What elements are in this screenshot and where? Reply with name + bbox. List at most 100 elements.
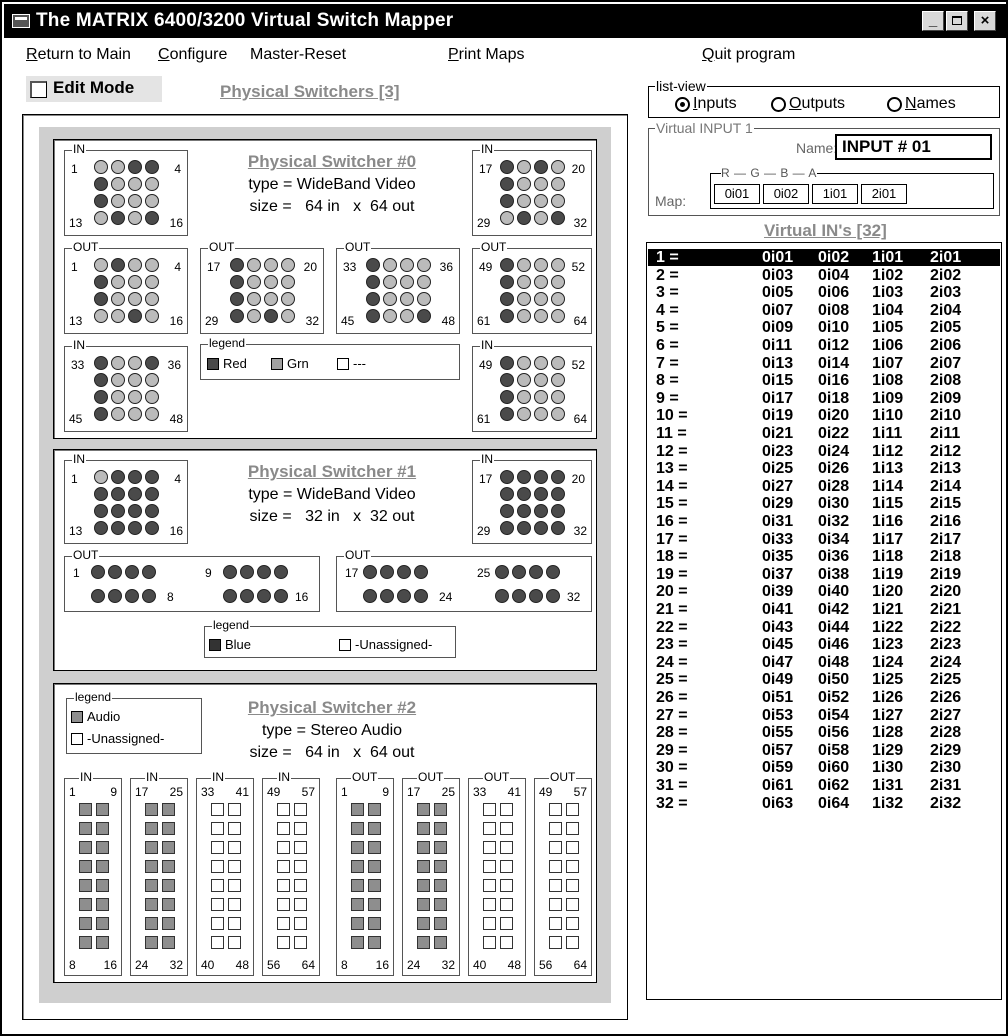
port-dot[interactable] bbox=[111, 160, 125, 174]
port-dot[interactable] bbox=[264, 309, 278, 323]
port-dot[interactable] bbox=[145, 470, 159, 484]
virtual-in-row[interactable]: 15 = 0i29 0i30 1i15 2i15 bbox=[648, 495, 1000, 512]
port-dot[interactable] bbox=[534, 356, 548, 370]
port-square[interactable] bbox=[483, 917, 496, 930]
port-dot[interactable] bbox=[517, 194, 531, 208]
edit-mode-checkbox[interactable] bbox=[30, 81, 47, 98]
port-dot[interactable] bbox=[417, 275, 431, 289]
port-dot[interactable] bbox=[128, 275, 142, 289]
maximize-button[interactable] bbox=[946, 11, 968, 31]
port-square[interactable] bbox=[145, 841, 158, 854]
virtual-in-row[interactable]: 22 = 0i43 0i44 1i22 2i22 bbox=[648, 619, 1000, 636]
port-dot[interactable] bbox=[534, 211, 548, 225]
port-dot[interactable] bbox=[128, 407, 142, 421]
port-dot[interactable] bbox=[145, 487, 159, 501]
port-dot[interactable] bbox=[551, 292, 565, 306]
port-square[interactable] bbox=[294, 879, 307, 892]
virtual-in-row[interactable]: 2 = 0i03 0i04 1i02 2i02 bbox=[648, 267, 1000, 284]
port-dot[interactable] bbox=[500, 390, 514, 404]
radio-outputs[interactable] bbox=[771, 97, 786, 112]
port-dot[interactable] bbox=[111, 258, 125, 272]
virtual-in-row[interactable]: 26 = 0i51 0i52 1i26 2i26 bbox=[648, 689, 1000, 706]
port-dot[interactable] bbox=[534, 470, 548, 484]
port-square[interactable] bbox=[294, 936, 307, 949]
port-dot[interactable] bbox=[230, 258, 244, 272]
port-square[interactable] bbox=[294, 841, 307, 854]
port-dot[interactable] bbox=[94, 258, 108, 272]
port-dot[interactable] bbox=[111, 292, 125, 306]
menu-return-to-main[interactable]: Return to Main bbox=[26, 46, 131, 64]
port-dot[interactable] bbox=[108, 565, 122, 579]
port-dot[interactable] bbox=[517, 407, 531, 421]
port-square[interactable] bbox=[368, 841, 381, 854]
port-dot[interactable] bbox=[414, 565, 428, 579]
port-square[interactable] bbox=[211, 898, 224, 911]
port-dot[interactable] bbox=[414, 589, 428, 603]
port-square[interactable] bbox=[549, 822, 562, 835]
port-dot[interactable] bbox=[111, 194, 125, 208]
port-dot[interactable] bbox=[517, 258, 531, 272]
port-dot[interactable] bbox=[546, 565, 560, 579]
port-dot[interactable] bbox=[551, 211, 565, 225]
port-square[interactable] bbox=[277, 822, 290, 835]
port-dot[interactable] bbox=[400, 292, 414, 306]
port-square[interactable] bbox=[96, 879, 109, 892]
port-dot[interactable] bbox=[380, 589, 394, 603]
port-dot[interactable] bbox=[495, 589, 509, 603]
port-square[interactable] bbox=[549, 917, 562, 930]
port-dot[interactable] bbox=[534, 194, 548, 208]
port-dot[interactable] bbox=[257, 565, 271, 579]
port-dot[interactable] bbox=[128, 258, 142, 272]
port-square[interactable] bbox=[483, 841, 496, 854]
port-dot[interactable] bbox=[517, 390, 531, 404]
port-dot[interactable] bbox=[363, 589, 377, 603]
port-dot[interactable] bbox=[128, 373, 142, 387]
radio-inputs[interactable] bbox=[675, 97, 690, 112]
virtual-in-row[interactable]: 28 = 0i55 0i56 1i28 2i28 bbox=[648, 724, 1000, 741]
port-dot[interactable] bbox=[145, 177, 159, 191]
virtual-in-row[interactable]: 31 = 0i61 0i62 1i31 2i31 bbox=[648, 777, 1000, 794]
port-square[interactable] bbox=[549, 898, 562, 911]
menu-quit-program[interactable]: Quit program bbox=[702, 46, 795, 64]
port-dot[interactable] bbox=[94, 194, 108, 208]
port-square[interactable] bbox=[211, 936, 224, 949]
port-dot[interactable] bbox=[534, 521, 548, 535]
virtual-in-row[interactable]: 12 = 0i23 0i24 1i12 2i12 bbox=[648, 443, 1000, 460]
port-square[interactable] bbox=[434, 917, 447, 930]
port-dot[interactable] bbox=[517, 373, 531, 387]
port-dot[interactable] bbox=[125, 589, 139, 603]
port-dot[interactable] bbox=[366, 309, 380, 323]
port-square[interactable] bbox=[417, 879, 430, 892]
physical-switcher-2[interactable]: Physical Switcher #2 type = Stereo Audio… bbox=[53, 683, 597, 983]
port-dot[interactable] bbox=[534, 504, 548, 518]
minimize-button[interactable]: _ bbox=[922, 11, 944, 31]
port-dot[interactable] bbox=[240, 565, 254, 579]
port-dot[interactable] bbox=[128, 309, 142, 323]
port-square[interactable] bbox=[211, 879, 224, 892]
port-dot[interactable] bbox=[142, 565, 156, 579]
port-dot[interactable] bbox=[500, 487, 514, 501]
port-dot[interactable] bbox=[500, 275, 514, 289]
port-square[interactable] bbox=[96, 936, 109, 949]
port-square[interactable] bbox=[145, 936, 158, 949]
port-dot[interactable] bbox=[145, 407, 159, 421]
port-dot[interactable] bbox=[397, 565, 411, 579]
port-square[interactable] bbox=[566, 822, 579, 835]
port-square[interactable] bbox=[434, 822, 447, 835]
port-dot[interactable] bbox=[551, 309, 565, 323]
port-square[interactable] bbox=[434, 860, 447, 873]
virtual-in-row[interactable]: 24 = 0i47 0i48 1i24 2i24 bbox=[648, 654, 1000, 671]
port-square[interactable] bbox=[79, 822, 92, 835]
port-square[interactable] bbox=[368, 803, 381, 816]
port-square[interactable] bbox=[500, 860, 513, 873]
port-dot[interactable] bbox=[145, 390, 159, 404]
port-square[interactable] bbox=[566, 917, 579, 930]
port-square[interactable] bbox=[96, 917, 109, 930]
port-dot[interactable] bbox=[546, 589, 560, 603]
port-dot[interactable] bbox=[247, 292, 261, 306]
map-cell-r[interactable]: 0i01 bbox=[714, 184, 760, 204]
port-dot[interactable] bbox=[111, 211, 125, 225]
port-dot[interactable] bbox=[534, 258, 548, 272]
port-dot[interactable] bbox=[94, 504, 108, 518]
physical-switcher-1[interactable]: Physical Switcher #1 type = WideBand Vid… bbox=[53, 449, 597, 671]
